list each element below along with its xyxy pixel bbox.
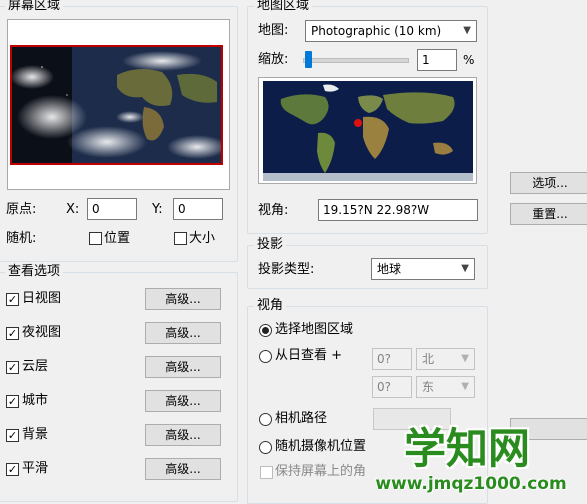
zoom-slider[interactable]	[303, 50, 409, 70]
chevron-down-icon: ▼	[463, 25, 471, 36]
watermark-url: www.jmqz1000.com	[375, 474, 567, 494]
map-label: 地图:	[258, 23, 289, 38]
screen-preview-frame	[10, 45, 223, 165]
camera-path-label: 相机路径	[275, 411, 328, 426]
x-label: X:	[66, 202, 80, 217]
projection-type-label: 投影类型:	[258, 262, 315, 277]
origin-y-input[interactable]: 0	[173, 198, 223, 220]
view-options-title: 查看选项	[5, 264, 64, 280]
view-from-sun-label: 从日查看 +	[275, 348, 343, 363]
options-button[interactable]: 选项...	[510, 172, 587, 194]
view-option-advanced-button[interactable]: 高级...	[145, 390, 221, 412]
random-camera-radio[interactable]	[259, 441, 272, 454]
view-option-checkbox[interactable]: ✓	[6, 395, 19, 408]
map-area-title: 地图区域	[254, 0, 313, 14]
random-position-checkbox[interactable]	[89, 232, 102, 245]
view-coordinates-input[interactable]: 19.15?N 22.98?W	[318, 199, 478, 221]
view-option-label: 背景	[22, 427, 49, 442]
map-select[interactable]: Photographic (10 km) ▼	[305, 20, 477, 42]
world-map-image	[263, 81, 473, 181]
select-map-area-label: 选择地图区域	[275, 322, 354, 337]
screen-area-title: 屏幕区域	[5, 0, 64, 14]
random-size-checkbox[interactable]	[174, 232, 187, 245]
view-option-advanced-button[interactable]: 高级...	[145, 356, 221, 378]
random-camera-label: 随机摄像机位置	[275, 439, 367, 454]
map-location-marker	[354, 119, 362, 127]
view-label: 视角:	[258, 203, 289, 218]
random-label: 随机:	[6, 231, 37, 246]
longitude-direction-value: 东	[422, 380, 435, 394]
latitude-direction-select[interactable]: 北 ▼	[416, 348, 475, 370]
longitude-input[interactable]: 0?	[372, 376, 412, 398]
view-option-label: 平滑	[22, 461, 49, 476]
view-option-advanced-button[interactable]: 高级...	[145, 458, 221, 480]
viewpoint-title: 视角	[254, 298, 287, 314]
projection-type-value: 地球	[377, 262, 402, 276]
view-option-checkbox[interactable]: ✓	[6, 361, 19, 374]
zoom-input[interactable]: 1	[417, 49, 457, 71]
projection-type-select[interactable]: 地球 ▼	[371, 258, 475, 280]
reset-button[interactable]: 重置...	[510, 203, 587, 225]
view-option-advanced-button[interactable]: 高级...	[145, 424, 221, 446]
map-select-value: Photographic (10 km)	[311, 24, 442, 38]
projection-title: 投影	[254, 237, 287, 253]
select-map-area-radio[interactable]	[259, 324, 272, 337]
chevron-down-icon: ▼	[461, 381, 469, 392]
latitude-input[interactable]: 0?	[372, 348, 412, 370]
view-option-label: 云层	[22, 359, 49, 374]
zoom-unit: %	[463, 53, 475, 67]
watermark-brand: 学知网	[403, 424, 530, 473]
origin-x-input[interactable]: 0	[87, 198, 137, 220]
view-option-advanced-button[interactable]: 高级...	[145, 288, 221, 310]
latitude-direction-value: 北	[422, 352, 435, 366]
world-map-preview[interactable]	[258, 77, 477, 184]
zoom-slider-track	[303, 58, 409, 63]
view-option-label: 夜视图	[22, 325, 62, 340]
y-label: Y:	[152, 202, 163, 217]
keep-screen-corner-checkbox[interactable]	[260, 466, 273, 479]
origin-label: 原点:	[6, 202, 37, 217]
view-option-checkbox[interactable]: ✓	[6, 463, 19, 476]
view-option-advanced-button[interactable]: 高级...	[145, 322, 221, 344]
view-option-checkbox[interactable]: ✓	[6, 429, 19, 442]
zoom-slider-thumb[interactable]	[305, 51, 312, 68]
earth-screen-image	[12, 47, 221, 163]
random-size-label: 大小	[189, 231, 216, 246]
view-option-checkbox[interactable]: ✓	[6, 293, 19, 306]
view-option-label: 日视图	[22, 291, 62, 306]
view-option-label: 城市	[22, 393, 49, 408]
screen-preview	[7, 19, 230, 190]
keep-screen-corner-label: 保持屏幕上的角	[275, 464, 367, 479]
random-position-label: 位置	[104, 231, 131, 246]
view-option-checkbox[interactable]: ✓	[6, 327, 19, 340]
zoom-label: 缩放:	[258, 52, 289, 67]
chevron-down-icon: ▼	[461, 263, 469, 274]
chevron-down-icon: ▼	[461, 353, 469, 364]
camera-path-radio[interactable]	[259, 413, 272, 426]
longitude-direction-select[interactable]: 东 ▼	[416, 376, 475, 398]
view-from-sun-radio[interactable]	[259, 350, 272, 363]
